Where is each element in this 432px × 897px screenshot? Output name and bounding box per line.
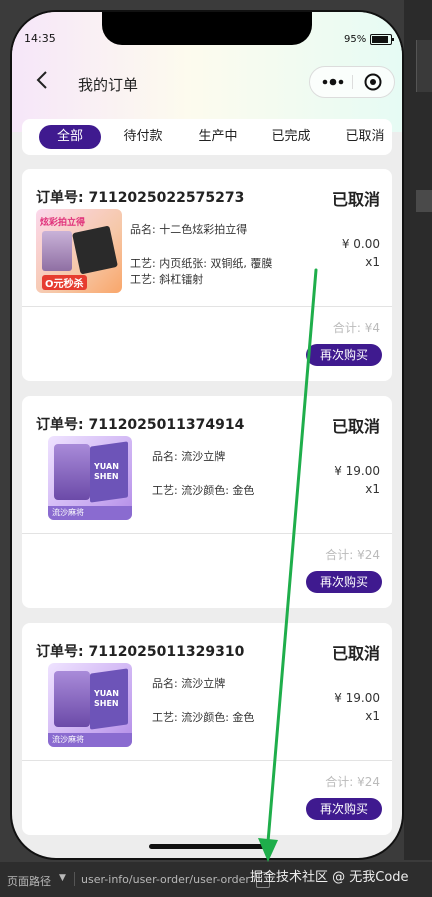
close-miniprogram-icon[interactable]: [364, 73, 382, 91]
tab-cancelled[interactable]: 已取消: [334, 125, 396, 149]
product-thumbnail[interactable]: YUAN SHEN 流沙麻将: [48, 436, 132, 520]
tab-all[interactable]: 全部: [39, 125, 101, 149]
tab-pending-payment[interactable]: 待付款: [112, 125, 174, 149]
battery-percent: 95%: [344, 34, 367, 45]
product-name: 品名: 流沙立牌: [152, 677, 226, 690]
order-number: 订单号: 7112025011329310: [36, 644, 245, 660]
order-total: 合计: ¥24: [325, 548, 380, 562]
product-craft: 工艺: 内页纸张: 双铜纸, 覆膜工艺: 斜杠镭射: [130, 257, 273, 286]
thumb-badge: O元秒杀: [42, 275, 87, 290]
status-time: 14:35: [24, 32, 56, 45]
phone-screen: 14:35 95% 我的订单 全部 待付款 生产中 已完成 已取消 订单号: 7…: [12, 12, 402, 858]
tab-completed[interactable]: 已完成: [260, 125, 322, 149]
unit-price: ¥ 0.00: [341, 237, 380, 251]
product-craft: 工艺: 流沙颜色: 金色: [152, 711, 255, 724]
order-number: 订单号: 7112025011374914: [36, 417, 245, 433]
rebuy-button[interactable]: 再次购买: [306, 344, 382, 366]
product-thumbnail[interactable]: 炫彩拍立得 O元秒杀: [36, 209, 122, 293]
quantity: x1: [365, 709, 380, 723]
battery-icon: [370, 34, 394, 45]
notch: [102, 12, 312, 45]
page-title: 我的订单: [78, 76, 139, 94]
thumb-caption: YUAN SHEN: [94, 689, 119, 708]
editor-side-panel: [404, 0, 432, 860]
capsule-divider: [352, 75, 353, 89]
status-separator: [74, 872, 75, 886]
page-path-label[interactable]: 页面路径: [7, 873, 51, 889]
phone-frame: 14:35 95% 我的订单 全部 待付款 生产中 已完成 已取消 订单号: 7…: [10, 10, 404, 860]
order-status: 已取消: [331, 190, 380, 209]
product-name: 品名: 流沙立牌: [152, 450, 226, 463]
thumb-photo: [42, 231, 72, 271]
devtools-status-bar: 页面路径 ▼ user-info/user-order/user-order 掘…: [0, 862, 432, 897]
card-divider: [22, 533, 392, 534]
unit-price: ¥ 19.00: [334, 464, 380, 478]
card-divider: [22, 760, 392, 761]
rebuy-button[interactable]: 再次购买: [306, 798, 382, 820]
watermark-text: 掘金技术社区 @ 无我Code: [250, 870, 409, 885]
order-card[interactable]: 订单号: 7112025022575273 已取消 炫彩拍立得 O元秒杀 品名:…: [22, 169, 392, 381]
order-card[interactable]: 订单号: 7112025011374914 已取消 YUAN SHEN 流沙麻将…: [22, 396, 392, 608]
page-path-value[interactable]: user-info/user-order/user-order: [81, 873, 251, 886]
panel-tab[interactable]: [416, 190, 432, 212]
order-total: 合计: ¥24: [325, 775, 380, 789]
chevron-down-icon[interactable]: ▼: [59, 873, 66, 883]
order-status-tabs: 全部 待付款 生产中 已完成 已取消: [22, 119, 392, 155]
rebuy-button[interactable]: 再次购买: [306, 571, 382, 593]
order-number: 订单号: 7112025022575273: [36, 190, 245, 206]
order-status: 已取消: [331, 644, 380, 663]
thumb-character: [54, 671, 90, 727]
miniprogram-capsule: [309, 66, 395, 98]
unit-price: ¥ 19.00: [334, 691, 380, 705]
more-icon[interactable]: [320, 74, 346, 90]
order-card[interactable]: 订单号: 7112025011329310 已取消 YUAN SHEN 流沙麻将…: [22, 623, 392, 835]
product-thumbnail[interactable]: YUAN SHEN 流沙麻将: [48, 663, 132, 747]
quantity: x1: [365, 482, 380, 496]
tab-in-production[interactable]: 生产中: [187, 125, 249, 149]
product-craft: 工艺: 流沙颜色: 金色: [152, 484, 255, 497]
back-arrow-icon[interactable]: [36, 70, 48, 90]
thumb-caption: 炫彩拍立得: [40, 218, 86, 228]
order-status: 已取消: [331, 417, 380, 436]
home-indicator: [149, 844, 267, 849]
order-total: 合计: ¥4: [332, 321, 380, 335]
thumb-device: [72, 225, 118, 275]
thumb-character: [54, 444, 90, 500]
thumb-badge: 流沙麻将: [48, 733, 132, 747]
thumb-badge: 流沙麻将: [48, 506, 132, 520]
quantity: x1: [365, 255, 380, 269]
product-name: 品名: 十二色炫彩拍立得: [130, 223, 248, 236]
thumb-caption: YUAN SHEN: [94, 462, 119, 481]
panel-scroll-handle[interactable]: [416, 40, 432, 92]
card-divider: [22, 306, 392, 307]
